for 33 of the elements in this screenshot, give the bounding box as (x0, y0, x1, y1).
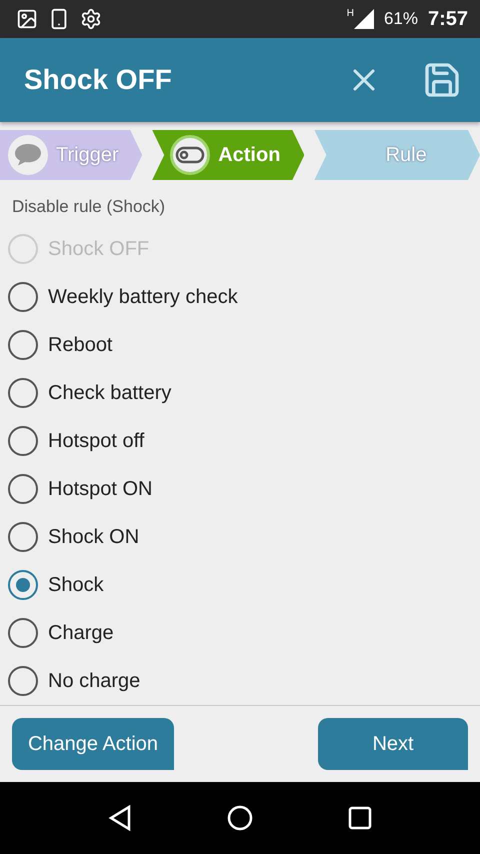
change-action-button[interactable]: Change Action (12, 718, 174, 770)
radio-option[interactable]: Shock (0, 561, 480, 609)
home-icon[interactable] (226, 805, 253, 831)
radio-button[interactable] (8, 378, 38, 408)
back-icon[interactable] (108, 805, 132, 831)
radio-option[interactable]: Charge (0, 609, 480, 657)
radio-button[interactable] (8, 570, 38, 600)
radio-option[interactable]: Shock ON (0, 513, 480, 561)
radio-button[interactable] (8, 282, 38, 312)
signal-icon (354, 9, 374, 29)
radio-option[interactable]: No charge (0, 657, 480, 705)
radio-option[interactable]: Reboot (0, 321, 480, 369)
recents-icon[interactable] (348, 806, 372, 830)
section-subtitle: Disable rule (Shock) (11, 196, 166, 218)
gear-icon (80, 8, 102, 30)
speech-bubble-icon (8, 135, 48, 175)
radio-button[interactable] (8, 474, 38, 504)
radio-option[interactable]: Weekly battery check (0, 273, 480, 321)
radio-button[interactable] (8, 618, 38, 648)
network-type: H (346, 8, 354, 19)
toggle-icon (170, 135, 210, 175)
screen-title: Shock OFF (24, 64, 173, 96)
radio-button[interactable] (8, 666, 38, 696)
radio-button[interactable] (8, 522, 38, 552)
radio-button[interactable] (8, 330, 38, 360)
next-button[interactable]: Next (318, 718, 468, 770)
image-icon (16, 8, 38, 30)
radio-option[interactable]: Hotspot off (0, 417, 480, 465)
radio-option[interactable]: Hotspot ON (0, 465, 480, 513)
radio-button[interactable] (8, 426, 38, 456)
battery-percent: 61% (384, 9, 418, 29)
radio-option[interactable]: Check battery (0, 369, 480, 417)
clock: 7:57 (428, 8, 468, 30)
